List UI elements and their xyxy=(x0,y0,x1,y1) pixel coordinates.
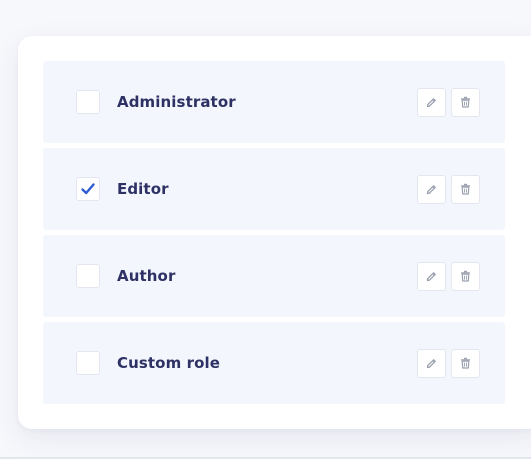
roles-card: Administrator Editor Author Custom role xyxy=(18,36,531,429)
role-checkbox[interactable] xyxy=(76,351,100,375)
edit-role-button[interactable] xyxy=(417,88,446,117)
role-label: Administrator xyxy=(117,93,236,111)
role-checkbox[interactable] xyxy=(76,264,100,288)
role-label: Editor xyxy=(117,180,169,198)
role-checkbox[interactable] xyxy=(76,177,100,201)
edit-role-button[interactable] xyxy=(417,262,446,291)
delete-role-button[interactable] xyxy=(451,88,480,117)
role-row-author: Author xyxy=(43,235,505,317)
trash-icon xyxy=(460,354,471,373)
trash-icon xyxy=(460,267,471,286)
pencil-icon xyxy=(426,180,437,199)
trash-icon xyxy=(460,180,471,199)
delete-role-button[interactable] xyxy=(451,262,480,291)
pencil-icon xyxy=(426,354,437,373)
trash-icon xyxy=(460,93,471,112)
role-list: Administrator Editor Author Custom role xyxy=(43,61,505,409)
delete-role-button[interactable] xyxy=(451,175,480,204)
edit-role-button[interactable] xyxy=(417,349,446,378)
pencil-icon xyxy=(426,93,437,112)
role-row-administrator: Administrator xyxy=(43,61,505,143)
role-label: Custom role xyxy=(117,354,221,372)
page: Administrator Editor Author Custom role xyxy=(0,0,531,459)
role-checkbox[interactable] xyxy=(76,90,100,114)
edit-role-button[interactable] xyxy=(417,175,446,204)
checkmark-icon xyxy=(81,183,95,195)
role-row-editor: Editor xyxy=(43,148,505,230)
role-label: Author xyxy=(117,267,176,285)
role-row-custom-role: Custom role xyxy=(43,322,505,404)
pencil-icon xyxy=(426,267,437,286)
delete-role-button[interactable] xyxy=(451,349,480,378)
